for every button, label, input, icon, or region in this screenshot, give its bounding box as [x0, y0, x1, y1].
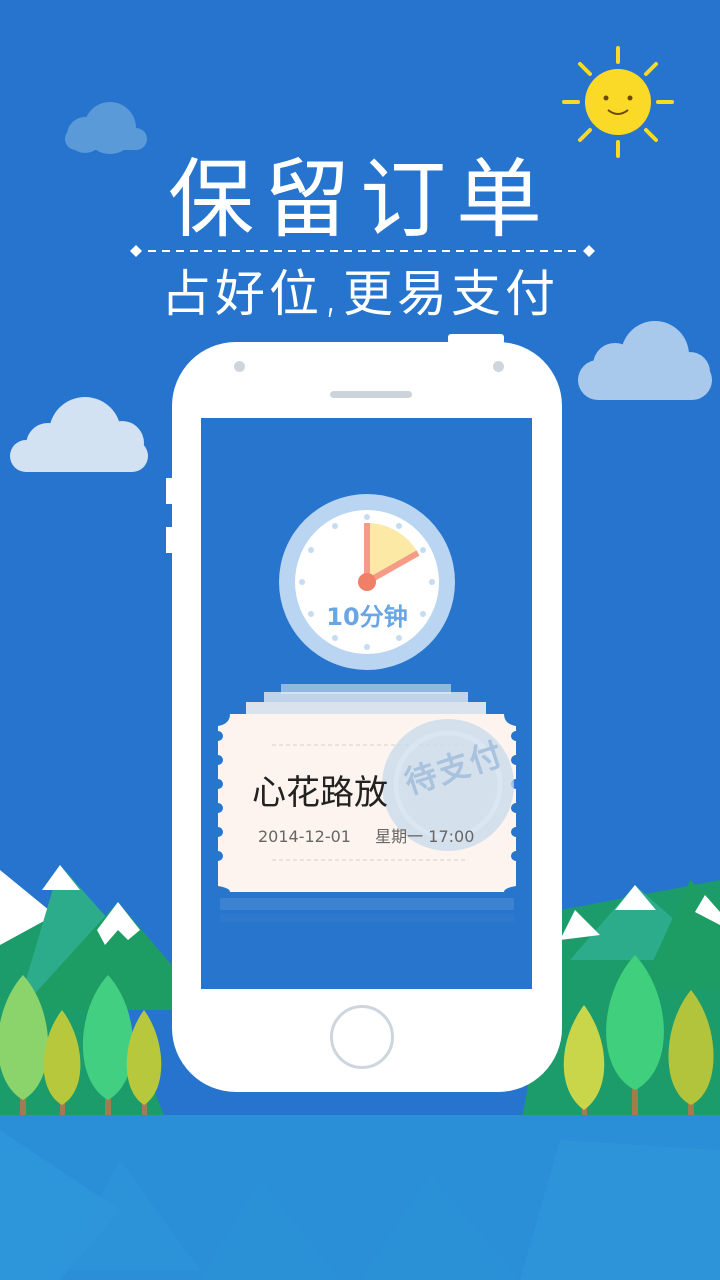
ticket-movie-name: 心花路放	[252, 773, 388, 813]
phone-top-button	[448, 334, 504, 344]
phone-camera-icon	[234, 361, 245, 372]
page-subtitle: 占好位,更易支付	[161, 265, 559, 323]
page-title: 保留订单	[168, 150, 552, 250]
phone-speaker	[330, 391, 412, 398]
dashed-divider	[130, 245, 595, 257]
clock-label: 10分钟	[326, 603, 408, 631]
phone-side-button	[166, 478, 174, 504]
ticket-date: 2014-12-01	[258, 827, 351, 846]
phone-sensor-icon	[493, 361, 504, 372]
phone-side-button	[166, 527, 174, 553]
phone-home-button	[330, 1005, 394, 1069]
ticket-weekday-time: 星期一 17:00	[375, 827, 475, 846]
lake-reflection	[0, 1115, 720, 1280]
ticket-showtime: 2014-12-01 星期一 17:00	[258, 823, 474, 847]
clock-icon	[279, 494, 455, 670]
